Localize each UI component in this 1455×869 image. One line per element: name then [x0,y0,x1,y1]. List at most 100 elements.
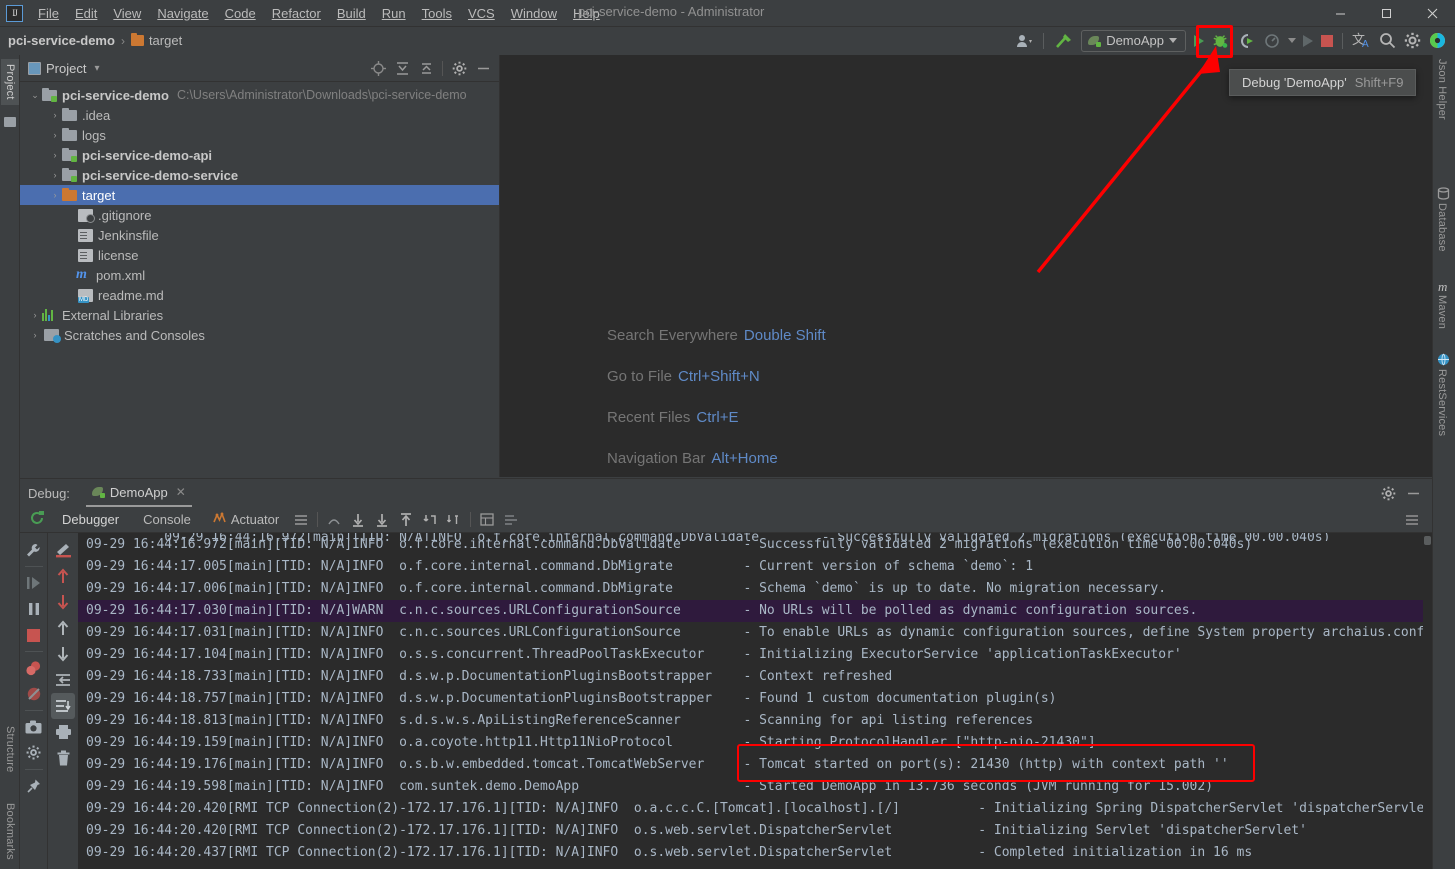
console-scrollbar[interactable] [1423,533,1432,869]
sidebar-item-project[interactable]: Project [1,59,19,105]
search-button[interactable] [1375,29,1400,53]
tree-row-idea[interactable]: › .idea [20,105,500,125]
tree-row-external-libraries[interactable]: › External Libraries [20,305,500,325]
print-icon[interactable] [51,719,75,745]
menu-item-tools[interactable]: Tools [414,3,460,24]
locate-icon[interactable] [367,57,389,79]
menu-item-file[interactable]: File [30,3,67,24]
chevron-right-icon[interactable]: › [28,330,42,340]
sidebar-item-restservices[interactable]: RestServices [1436,369,1448,436]
pin-icon[interactable] [22,773,46,799]
settings-gear-icon[interactable] [1377,482,1399,504]
drop-frame-icon[interactable] [51,667,75,693]
chevron-right-icon[interactable]: › [48,130,62,140]
debug-session-tab[interactable]: DemoApp ✕ [85,480,192,507]
chevron-right-icon[interactable]: › [48,110,62,120]
pause-program-icon[interactable] [22,596,46,622]
tree-row-jenkinsfile[interactable]: Jenkinsfile [20,225,500,245]
tree-row-pci-service-demo[interactable]: ⌄ pci-service-demo C:\Users\Administrato… [20,85,500,105]
breadcrumb-target[interactable]: target [149,33,182,48]
force-step-into-icon[interactable] [51,615,75,641]
sidebar-item-json-helper[interactable]: Json Helper [1436,59,1448,120]
layout-menu-icon[interactable] [289,508,313,532]
step-out-arc-icon[interactable] [322,508,346,532]
delete-icon[interactable] [51,745,75,771]
translate-button[interactable]: 文 A [1348,29,1375,53]
run-configuration-selector[interactable]: DemoApp [1081,29,1186,52]
settings-list-icon[interactable] [499,508,523,532]
chevron-right-icon[interactable]: › [48,150,62,160]
soft-wrap-icon[interactable] [1400,508,1424,532]
show-execution-point-icon[interactable] [51,537,75,563]
menu-item-vcs[interactable]: VCS [460,3,503,24]
collapse-all-icon[interactable] [415,57,437,79]
sidebar-item-bookmarks[interactable]: Bookmarks [1,798,19,865]
sidebar-item-maven[interactable]: Maven [1436,295,1448,329]
tab-console[interactable]: Console [131,508,203,532]
tree-row-logs[interactable]: › logs [20,125,500,145]
chevron-right-icon[interactable]: › [28,310,42,320]
debug-console-output[interactable]: 09-29 16:44:16.972[main][TID: N/A]INFO o… [78,533,1432,869]
menu-item-refactor[interactable]: Refactor [264,3,329,24]
project-tree[interactable]: ⌄ pci-service-demo C:\Users\Administrato… [20,82,500,477]
view-breakpoints-icon[interactable] [22,655,46,681]
maximize-button[interactable] [1363,0,1409,26]
tree-row-gitignore[interactable]: .gitignore [20,205,500,225]
breadcrumb-project[interactable]: pci-service-demo [8,33,115,48]
menu-item-code[interactable]: Code [217,3,264,24]
build-hammer-icon[interactable] [1049,29,1077,53]
minimize-button[interactable] [1317,0,1363,26]
stop-icon[interactable] [22,622,46,648]
hide-panel-icon[interactable] [1402,482,1424,504]
settings-gear-icon[interactable] [22,740,46,766]
settings-button[interactable] [1400,29,1425,53]
close-button[interactable] [1409,0,1455,26]
sidebar-item-structure[interactable]: Structure [1,721,19,777]
debug-button[interactable] [1208,29,1233,53]
menu-item-view[interactable]: View [105,3,149,24]
screenshot-icon[interactable] [22,714,46,740]
tree-row-license[interactable]: license [20,245,500,265]
resume-program-icon[interactable] [22,570,46,596]
evaluate-expression-icon[interactable] [51,693,75,719]
console-scrollbar-thumb[interactable] [1424,536,1431,545]
step-into-down-icon[interactable] [346,508,370,532]
menu-item-build[interactable]: Build [329,3,374,24]
menu-item-edit[interactable]: Edit [67,3,105,24]
close-icon[interactable]: ✕ [176,485,186,499]
drop-frame-icon[interactable] [418,508,442,532]
sidebar-item-database[interactable]: Database [1436,203,1448,252]
hide-panel-icon[interactable] [472,57,494,79]
chevron-right-icon[interactable]: › [48,170,62,180]
tree-row-readme-md[interactable]: readme.md [20,285,500,305]
run-with-coverage-button[interactable] [1233,29,1260,53]
tree-row-target[interactable]: › target [20,185,500,205]
run-button[interactable] [1190,29,1208,53]
step-over-icon[interactable] [51,563,75,589]
menu-item-window[interactable]: Window [503,3,565,24]
step-up-icon[interactable] [394,508,418,532]
profile-button[interactable] [1260,29,1285,53]
wrench-icon[interactable] [22,537,46,563]
chevron-down-icon[interactable]: ⌄ [28,90,42,101]
step-into-icon[interactable] [51,589,75,615]
tab-actuator[interactable]: Actuator [203,511,289,527]
stop-button[interactable] [1317,29,1337,53]
menu-item-navigate[interactable]: Navigate [149,3,216,24]
chevron-right-icon[interactable]: › [48,190,62,200]
settings-gear-icon[interactable] [448,57,470,79]
tab-debugger[interactable]: Debugger [50,508,131,532]
ide-assistant-button[interactable] [1425,29,1453,53]
rerun-debug-icon[interactable] [24,510,50,530]
tree-row-pom-xml[interactable]: m pom.xml [20,265,500,285]
step-out-icon[interactable] [51,641,75,667]
rerun-button[interactable] [1299,29,1317,53]
project-view-chevron-down-icon[interactable]: ▾ [94,63,99,74]
menu-item-run[interactable]: Run [374,3,414,24]
expand-all-icon[interactable] [391,57,413,79]
tree-row-pci-service-demo-api[interactable]: › pci-service-demo-api [20,145,500,165]
force-step-into-icon[interactable] [370,508,394,532]
user-account-icon[interactable] [1012,29,1038,53]
run-to-cursor-icon[interactable] [442,508,466,532]
tree-row-pci-service-demo-service[interactable]: › pci-service-demo-service [20,165,500,185]
